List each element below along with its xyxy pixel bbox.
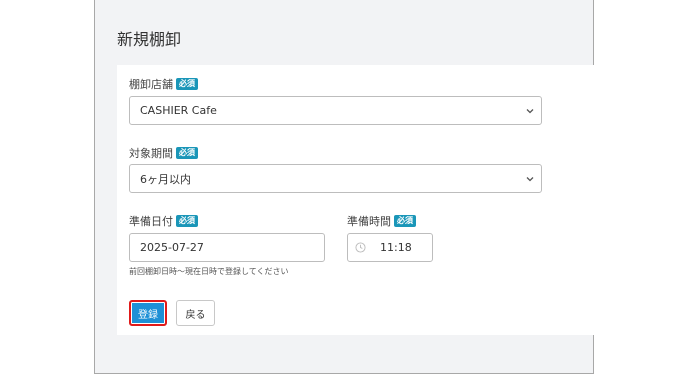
submit-button[interactable]: 登録 <box>129 300 167 326</box>
prep-date-label: 準備日付 <box>129 215 173 228</box>
form-card: 棚卸店舗 必須 CASHIER Cafe 対象期間 必須 6ヶ月以内 準備日付 … <box>117 65 595 335</box>
prep-time-input[interactable]: 11:18 <box>347 233 433 262</box>
period-select-value: 6ヶ月以内 <box>140 172 191 186</box>
store-select-value: CASHIER Cafe <box>140 104 217 117</box>
prep-time-label-row: 準備時間 必須 <box>347 213 416 229</box>
period-select[interactable]: 6ヶ月以内 <box>129 164 542 193</box>
page-title: 新規棚卸 <box>117 30 182 49</box>
prep-time-label: 準備時間 <box>347 215 391 228</box>
prep-date-input[interactable]: 2025-07-27 <box>129 233 325 262</box>
prep-time-value: 11:18 <box>380 241 412 254</box>
prep-date-label-row: 準備日付 必須 <box>129 213 198 229</box>
period-label-row: 対象期間 必須 <box>129 145 198 161</box>
required-badge: 必須 <box>176 147 198 159</box>
required-badge: 必須 <box>176 78 198 90</box>
period-label: 対象期間 <box>129 147 173 160</box>
store-select[interactable]: CASHIER Cafe <box>129 96 542 125</box>
app-window: 新規棚卸 棚卸店舗 必須 CASHIER Cafe 対象期間 必須 6ヶ月以内 … <box>94 0 595 374</box>
prep-date-value: 2025-07-27 <box>140 241 204 254</box>
required-badge: 必須 <box>176 215 198 227</box>
store-label: 棚卸店舗 <box>129 78 173 91</box>
clock-icon <box>355 242 366 253</box>
prep-date-hint: 前回棚卸日時〜現在日時で登録してください <box>129 267 289 276</box>
chevron-down-icon <box>526 177 534 182</box>
chevron-down-icon <box>526 109 534 114</box>
required-badge: 必須 <box>394 215 416 227</box>
store-label-row: 棚卸店舗 必須 <box>129 76 198 92</box>
back-button[interactable]: 戻る <box>176 300 215 326</box>
